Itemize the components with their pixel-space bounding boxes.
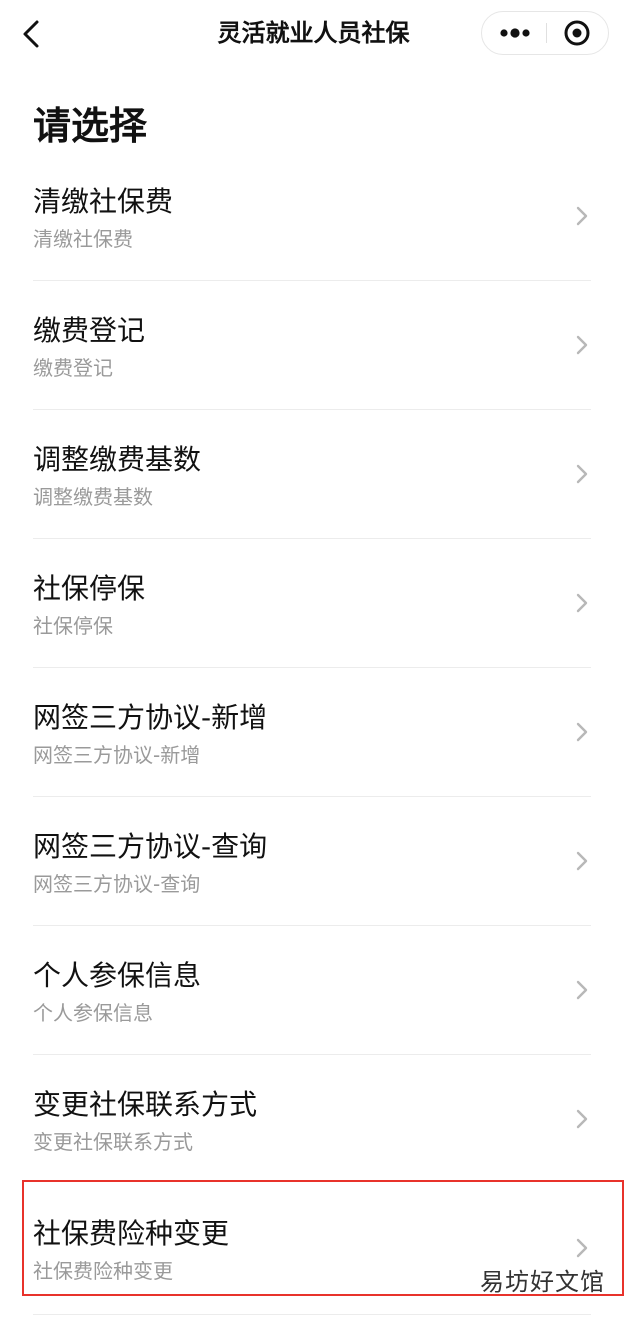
watermark: 易坊好文馆 — [480, 1268, 605, 1296]
list-item[interactable]: 缴费登记 缴费登记 — [33, 281, 591, 410]
list-item-label: 网签三方协议-新增 — [33, 701, 268, 734]
list-item-label: 个人参保信息 — [33, 959, 202, 992]
nav-bar: 灵活就业人员社保 — [0, 0, 627, 68]
chevron-right-icon — [576, 464, 588, 484]
page-title: 请选择 — [33, 104, 148, 148]
list-item-subtitle: 社保停保 — [33, 614, 113, 638]
more-button[interactable] — [482, 12, 546, 54]
list-item-label: 社保停保 — [33, 572, 146, 605]
list-item[interactable]: 调整缴费基数 调整缴费基数 — [33, 410, 591, 539]
list-item[interactable]: 网签三方协议-查询 网签三方协议-查询 — [33, 797, 591, 926]
chevron-right-icon — [576, 335, 588, 355]
list-item-label: 调整缴费基数 — [33, 443, 202, 476]
list-item-subtitle: 缴费登记 — [33, 356, 113, 380]
close-mini-program-button[interactable] — [547, 12, 609, 54]
chevron-right-icon — [576, 206, 588, 226]
list-item-subtitle: 个人参保信息 — [33, 1001, 153, 1025]
mini-program-capsule — [481, 11, 609, 55]
divider — [33, 1314, 591, 1315]
list-item[interactable]: 社保停保 社保停保 — [33, 539, 591, 668]
list-item-subtitle: 网签三方协议-查询 — [33, 872, 201, 896]
list-item[interactable]: 清缴社保费 清缴社保费 — [33, 152, 591, 281]
chevron-right-icon — [576, 1238, 588, 1258]
list-item[interactable]: 网签三方协议-新增 网签三方协议-新增 — [33, 668, 591, 797]
chevron-right-icon — [576, 980, 588, 1000]
list-item-label: 网签三方协议-查询 — [33, 830, 268, 863]
chevron-right-icon — [576, 593, 588, 613]
list-item-subtitle: 网签三方协议-新增 — [33, 743, 201, 767]
more-dots-icon — [500, 28, 530, 38]
chevron-right-icon — [576, 1109, 588, 1129]
list-item-label: 缴费登记 — [33, 314, 146, 347]
list-item[interactable]: 个人参保信息 个人参保信息 — [33, 926, 591, 1055]
list-item[interactable]: 变更社保联系方式 变更社保联系方式 — [33, 1055, 591, 1184]
list-item-subtitle: 清缴社保费 — [33, 227, 133, 251]
list-item-subtitle: 变更社保联系方式 — [33, 1130, 193, 1154]
list-item-label: 清缴社保费 — [33, 185, 174, 218]
chevron-right-icon — [576, 851, 588, 871]
list-item-subtitle: 社保费险种变更 — [33, 1259, 173, 1283]
list-item-label: 社保费险种变更 — [33, 1217, 230, 1250]
list-item-subtitle: 调整缴费基数 — [33, 485, 153, 509]
target-close-icon — [564, 20, 590, 46]
list-item-label: 变更社保联系方式 — [33, 1088, 258, 1121]
chevron-right-icon — [576, 722, 588, 742]
